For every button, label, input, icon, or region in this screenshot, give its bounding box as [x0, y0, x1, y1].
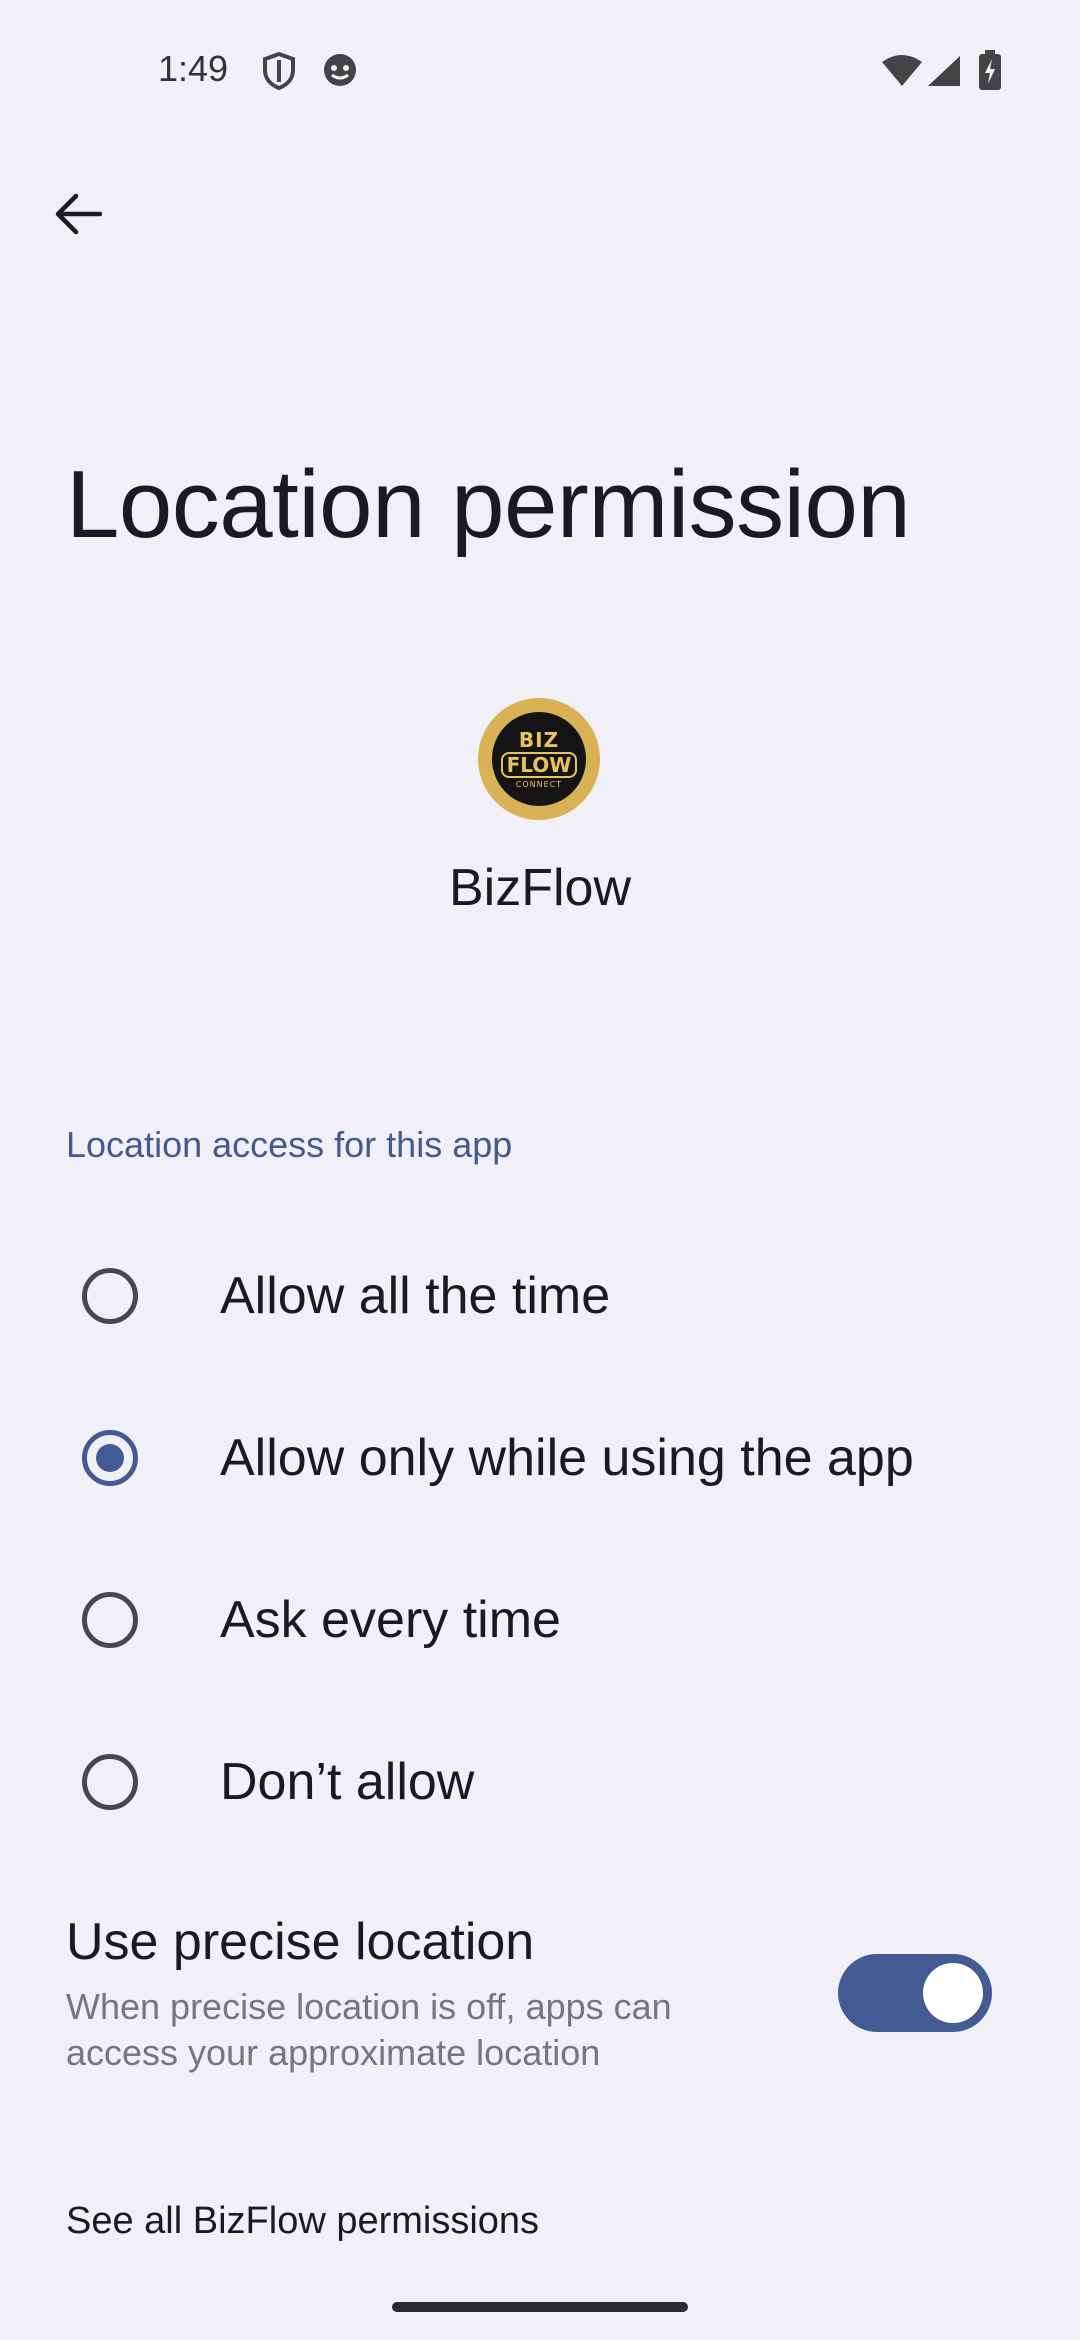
option-label: Ask every time [220, 1591, 561, 1649]
see-all-permissions-link[interactable]: See all BizFlow permissions [66, 2200, 539, 2243]
option-label: Allow all the time [220, 1267, 611, 1325]
arrow-back-icon [55, 193, 102, 235]
radio-button[interactable] [82, 1592, 138, 1648]
option-ask-every-time[interactable]: Ask every time [0, 1540, 1080, 1700]
status-bar: 1:49 [0, 0, 1080, 140]
app-logo: BIZ FLOW CONNECT [492, 712, 586, 806]
option-label: Allow only while using the app [220, 1429, 914, 1487]
option-allow-while-using[interactable]: Allow only while using the app [0, 1378, 1080, 1538]
precise-location-toggle[interactable] [838, 1954, 992, 2032]
radio-dot [96, 1444, 124, 1472]
wifi-icon [880, 54, 924, 88]
radio-button[interactable] [82, 1754, 138, 1810]
option-label: Don’t allow [220, 1753, 475, 1811]
screen: 1:49 Location permission BIZ FLOW CONNEC… [0, 0, 1080, 2340]
precise-location-title: Use precise location [66, 1913, 535, 1971]
notification-face-icon [322, 52, 358, 88]
radio-button[interactable] [82, 1268, 138, 1324]
precise-location-row[interactable]: Use precise location When precise locati… [0, 1900, 1080, 2100]
status-time: 1:49 [158, 48, 229, 89]
option-dont-allow[interactable]: Don’t allow [0, 1702, 1080, 1862]
battery-charging-icon [978, 50, 1002, 90]
precise-location-description: When precise location is off, apps can a… [66, 1986, 672, 2073]
section-header: Location access for this app [66, 1124, 513, 1165]
option-allow-all-the-time[interactable]: Allow all the time [0, 1216, 1080, 1376]
home-indicator[interactable] [392, 2302, 688, 2312]
back-button[interactable] [40, 176, 116, 252]
app-icon: BIZ FLOW CONNECT [478, 698, 600, 820]
toggle-thumb [923, 1963, 983, 2023]
radio-button-checked[interactable] [82, 1430, 138, 1486]
signal-icon [926, 54, 962, 88]
shield-icon [262, 52, 296, 90]
page-title: Location permission [66, 451, 911, 558]
app-name: BizFlow [448, 859, 632, 917]
